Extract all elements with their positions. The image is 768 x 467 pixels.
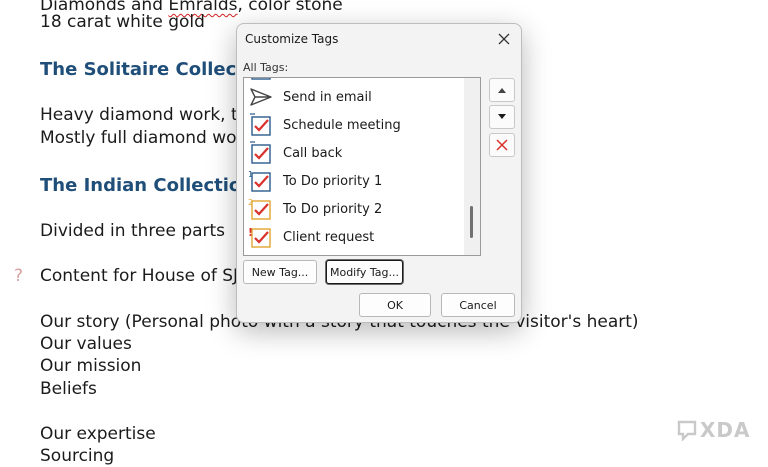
list-item-to-do-priority-2[interactable]: 2 To Do priority 2 [244, 195, 464, 223]
tag-label: Schedule meeting [283, 117, 401, 133]
tags-list[interactable]: Send in email Schedule meeting Call back… [243, 77, 481, 256]
doc-line-divided: Divided in three parts [40, 221, 226, 241]
cancel-button[interactable]: Cancel [441, 293, 515, 317]
delete-x-icon [496, 139, 508, 151]
doc-line-values: Our values [40, 334, 132, 354]
list-item-schedule-meeting[interactable]: Schedule meeting [244, 111, 464, 139]
list-scrollbar[interactable] [464, 78, 480, 255]
doc-line-mission: Our mission [40, 356, 142, 376]
checkbox-checked-icon [247, 139, 275, 167]
doc-line-beliefs: Beliefs [40, 379, 97, 399]
doc-line-content: Content for House of SJ-I [40, 266, 249, 286]
important-badge: ! [248, 226, 253, 239]
dialog-title: Customize Tags [245, 32, 339, 46]
tag-label: Call back [283, 145, 343, 161]
move-up-button[interactable] [489, 78, 515, 102]
xda-watermark: XDA [676, 418, 751, 442]
arrow-up-icon [498, 88, 506, 93]
all-tags-label: All Tags: [243, 61, 289, 74]
arrow-down-icon [498, 114, 506, 119]
heading-indian-collection: The Indian Collection [40, 175, 255, 196]
doc-line-gold: 18 carat white gold [40, 12, 205, 32]
priority-badge: 2 [248, 198, 253, 207]
close-icon [498, 33, 510, 45]
checkbox-checked-icon: ! [247, 223, 275, 251]
move-down-button[interactable] [489, 105, 515, 129]
scrollbar-thumb[interactable] [470, 206, 473, 238]
ok-button[interactable]: OK [359, 293, 431, 317]
tag-label: Client request [283, 229, 375, 245]
priority-badge: 1 [248, 170, 253, 179]
close-button[interactable] [493, 28, 515, 50]
customize-tags-dialog: Customize Tags All Tags: Send in email S… [236, 23, 522, 323]
modify-tag-button[interactable]: Modify Tag... [326, 260, 403, 284]
doc-line-expertise: Our expertise [40, 424, 156, 444]
list-item-client-request[interactable]: ! Client request [244, 223, 464, 251]
watermark-text: XDA [700, 418, 751, 442]
tag-label: To Do priority 2 [283, 201, 383, 217]
checkbox-checked-icon [247, 111, 275, 139]
tag-label: Send in email [283, 89, 372, 105]
checkbox-checked-icon: 2 [247, 195, 275, 223]
doc-line-mostly: Mostly full diamond work [40, 128, 254, 148]
tag-label: To Do priority 1 [283, 173, 383, 189]
list-item-to-do-priority-1[interactable]: 1 To Do priority 1 [244, 167, 464, 195]
xda-logo-icon [677, 420, 697, 441]
list-item-send-in-email[interactable]: Send in email [244, 83, 464, 111]
new-tag-button[interactable]: New Tag... [243, 260, 317, 284]
list-item-call-back[interactable]: Call back [244, 139, 464, 167]
send-email-icon [247, 83, 275, 111]
doc-line-sourcing: Sourcing [40, 446, 115, 466]
margin-question-marker: ? [14, 266, 24, 286]
checkbox-checked-icon: 1 [247, 167, 275, 195]
delete-tag-button[interactable] [489, 133, 515, 157]
doc-line-heavy: Heavy diamond work, tal [40, 105, 253, 125]
